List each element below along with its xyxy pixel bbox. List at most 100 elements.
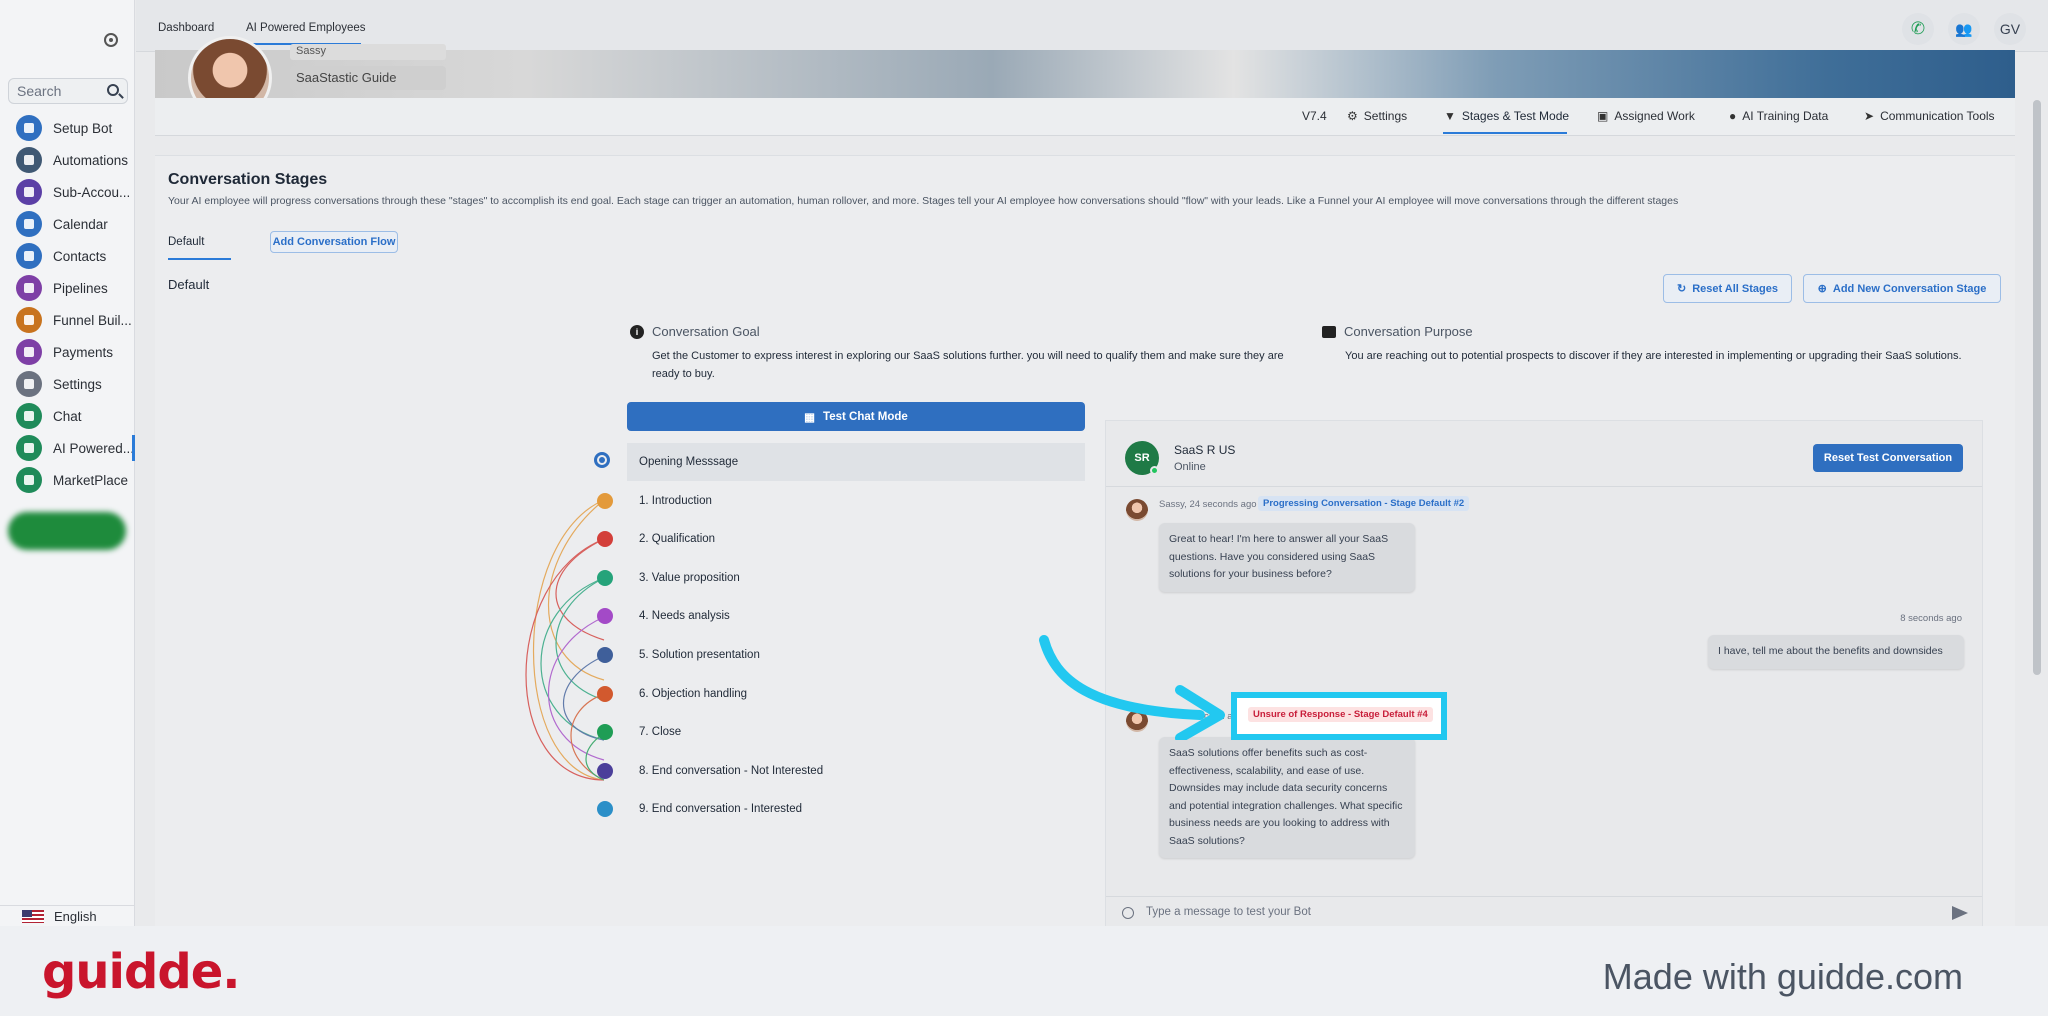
goal-heading: i Conversation Goal [630,324,760,339]
sidebar: Search Setup Bot Automations Sub-Accou... C… [0,0,135,926]
sidebar-item[interactable]: Setup Bot [0,112,135,144]
user-message: I have, tell me about the benefits and d… [1708,635,1964,669]
sidebar-item-icon [16,115,42,141]
breadcrumb-ai-employees[interactable]: AI Powered Employees [246,22,366,34]
stage-label: Opening Messsage [639,456,739,468]
page-description: Your AI employee will progress conversat… [168,195,1679,207]
info-icon: i [630,324,644,339]
online-indicator [1150,466,1159,475]
briefcase-icon: ▣ [1597,109,1609,123]
tab-communication[interactable]: ➤ Communication Tools [1864,109,1995,123]
tab-training-data[interactable]: ● AI Training Data [1729,109,1828,123]
chat-message-input[interactable]: Type a message to test your Bot [1106,896,1982,927]
stage-dot[interactable] [597,762,613,779]
stage-label: 1. Introduction [639,494,712,507]
tab-assigned-work[interactable]: ▣ Assigned Work [1597,109,1695,123]
sidebar-item-label: Setup Bot [53,120,113,136]
bot-message: Great to hear! I'm here to answer all yo… [1159,523,1415,592]
stage-label: 6. Objection handling [639,687,748,700]
sidebar-item[interactable]: MarketPlace [0,464,135,496]
plus-circle-icon: ⊕ [1817,283,1827,295]
tab-default[interactable]: Default [168,236,204,248]
page-title: Conversation Stages [168,171,328,188]
blurred-button[interactable] [8,512,126,550]
tab-active-underline [1443,132,1567,134]
phone-icon[interactable]: ✆ [1902,13,1934,45]
tab-settings[interactable]: ⚙ Settings [1347,109,1407,123]
stage-dot[interactable] [597,569,613,586]
add-flow-button[interactable]: Add Conversation Flow [270,231,398,253]
goal-text: Get the Customer to express interest in … [652,350,1284,380]
sidebar-item-icon [16,435,42,461]
contacts-icon[interactable]: 👥 [1948,13,1980,45]
target-icon[interactable] [104,33,118,47]
stage-label: 5. Solution presentation [639,649,760,661]
sidebar-item[interactable]: Chat [0,400,135,432]
sidebar-item-icon [16,403,42,429]
sidebar-item-icon [16,307,42,333]
stage-row[interactable]: 2. Qualification [627,520,1085,558]
stage-row[interactable]: 3. Value proposition [627,559,1085,597]
bot-avatar [1126,499,1148,521]
stage-row[interactable]: 8. End conversation - Not Interested [627,752,1085,790]
sidebar-item-label: Contacts [53,248,107,264]
stage-row[interactable]: 6. Objection handling [627,675,1085,713]
stage-row[interactable]: Opening Messsage [627,443,1085,481]
chat-icon [1322,325,1336,338]
bot-message: SaaS solutions offer benefits such as co… [1159,737,1415,858]
search-input[interactable]: Search [8,78,128,104]
contact-status: Online [1174,461,1206,473]
stage-row[interactable]: 7. Close [627,713,1085,751]
emoji-icon[interactable] [1122,907,1134,919]
language-label: English [54,909,97,924]
stage-flow-arcs [525,499,605,781]
sidebar-item[interactable]: Pipelines [0,272,135,304]
stage-row[interactable]: 9. End conversation - Interested [627,790,1085,828]
sidebar-item-label: Calendar [53,216,108,232]
message-meta: 8 seconds ago [1900,613,1962,624]
add-stage-button[interactable]: ⊕ Add New Conversation Stage [1803,274,2001,303]
sidebar-item-label: Funnel Buil... [53,312,132,328]
sidebar-item[interactable]: Sub-Accou... [0,176,135,208]
stage-dot[interactable] [597,647,613,663]
stage-row[interactable]: 4. Needs analysis [627,597,1085,635]
sidebar-nav: Setup Bot Automations Sub-Accou... Calendar… [0,112,135,496]
sidebar-item-label: Automations [53,152,129,168]
send-icon: ➤ [1864,109,1875,123]
sidebar-item-label: Settings [53,376,102,392]
made-with-text: Made with guidde.com [1602,956,1963,997]
tab-stages[interactable]: ▼ Stages & Test Mode [1444,109,1569,123]
stage-row[interactable]: 1. Introduction [627,482,1085,520]
footer: guidde. Made with guidde.com [0,926,2048,1016]
user-avatar[interactable]: GV [1994,13,2026,45]
send-icon[interactable] [1952,906,1968,920]
sidebar-item[interactable]: Automations [0,144,135,176]
search-icon[interactable] [107,84,119,96]
sidebar-item-label: AI Powered... [53,440,135,456]
reset-test-conversation-button[interactable]: Reset Test Conversation [1813,444,1963,472]
breadcrumb-dashboard[interactable]: Dashboard [158,22,214,34]
stage-dot[interactable] [597,492,613,509]
sidebar-item-label: Sub-Accou... [53,184,131,200]
sidebar-item[interactable]: Payments [0,336,135,368]
settings-gear-icon[interactable] [594,452,610,468]
stage-row[interactable]: 5. Solution presentation [627,636,1085,674]
stage-dot[interactable] [597,685,613,702]
language-selector[interactable]: English [0,905,135,927]
sidebar-item-icon [16,243,42,269]
sidebar-item[interactable]: Funnel Buil... [0,304,135,336]
search-placeholder: Search [17,83,62,99]
employee-guide: SaaStastic Guide [290,66,446,90]
input-placeholder: Type a message to test your Bot [1146,906,1311,918]
stage-tag: Progressing Conversation - Stage Default… [1258,496,1470,511]
sidebar-item[interactable]: Calendar [0,208,135,240]
reset-icon: ↻ [1676,283,1687,295]
page-scrollbar[interactable] [2033,100,2041,675]
reset-all-stages-button[interactable]: ↻ Reset All Stages [1663,274,1792,303]
sidebar-item[interactable]: Settings [0,368,135,400]
test-chat-mode-button[interactable]: ▦ Test Chat Mode [627,402,1085,431]
sidebar-item[interactable]: Contacts [0,240,135,272]
sidebar-item[interactable]: AI Powered... [0,432,135,464]
unsure-stage-tag: Unsure of Response - Stage Default #4 [1248,707,1433,722]
sidebar-item-icon [16,211,42,237]
